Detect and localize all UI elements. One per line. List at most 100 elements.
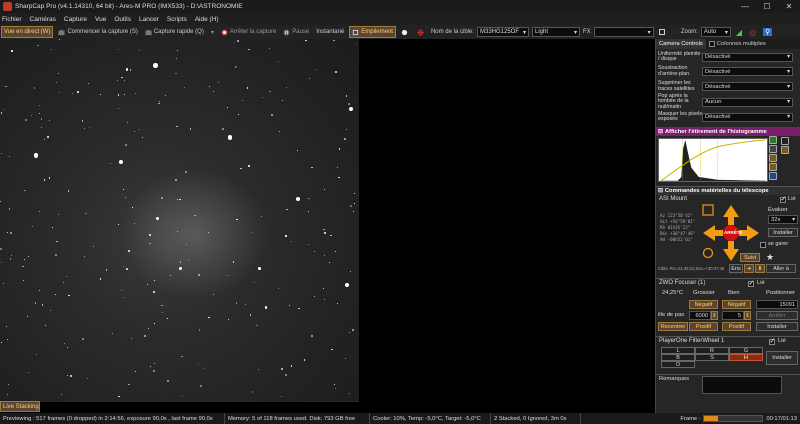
filter-b[interactable]: B xyxy=(661,354,695,361)
arrow-right-button[interactable]: ➜ xyxy=(744,264,754,273)
arrow-down-icon[interactable] xyxy=(723,241,739,261)
tab-camera-controls[interactable]: Camera Controls xyxy=(656,39,706,49)
filter-g[interactable]: G xyxy=(729,347,763,354)
fine-step-spinner[interactable]: ⇕ xyxy=(744,311,751,320)
stop-icon xyxy=(221,28,228,36)
filterwheel-linked-checkbox[interactable] xyxy=(769,337,775,345)
contrast-icon[interactable] xyxy=(769,145,777,153)
star-icon[interactable]: ★ xyxy=(766,252,774,263)
filter-o[interactable]: O xyxy=(661,361,695,368)
arrow-down-button[interactable]: ⬇ xyxy=(755,264,765,273)
remarks-textarea[interactable] xyxy=(702,376,782,394)
post-processing-select[interactable]: Aucun ▾ xyxy=(702,97,793,107)
camera-settings-icon[interactable] xyxy=(781,146,789,154)
settings-button[interactable]: ⚲ xyxy=(761,26,774,38)
home-icon[interactable] xyxy=(702,204,714,216)
recenter-button[interactable]: Recentrer xyxy=(658,322,688,331)
mount-linked-checkbox[interactable] xyxy=(780,195,786,203)
histogram-chart[interactable] xyxy=(658,138,768,182)
snapshot-button[interactable]: Instantané xyxy=(314,26,346,38)
fx-select[interactable]: ▾ xyxy=(593,27,654,37)
star xyxy=(153,370,155,372)
menu-capture[interactable]: Capture xyxy=(64,16,87,23)
star xyxy=(244,304,246,306)
flat-select[interactable]: Désactivé ▾ xyxy=(702,52,793,62)
power-icon[interactable] xyxy=(769,136,777,144)
goto-button[interactable]: Aller à xyxy=(766,264,796,273)
filter-s[interactable]: S xyxy=(695,354,729,361)
focuser-install-button[interactable]: Installer xyxy=(756,322,798,331)
minimize-button[interactable]: — xyxy=(734,2,756,11)
close-button[interactable]: ✕ xyxy=(778,2,800,11)
quick-capture-button[interactable]: Capture rapide (Q) xyxy=(143,26,206,38)
zoom-select[interactable]: Auto ▾ xyxy=(700,27,731,37)
chevron-down-icon: ▾ xyxy=(787,54,790,60)
annotate-button[interactable]: ◌ xyxy=(670,26,678,38)
negative-coarse-button[interactable]: Négatif xyxy=(689,300,718,309)
save-icon[interactable] xyxy=(769,172,777,180)
cooler-status: Cooler: 10%, Temp: -5,0°C, Target: -5,0°… xyxy=(370,413,491,424)
histogram-section-header[interactable]: ⊟ Afficher l'étirement de l'histogramme xyxy=(656,127,800,136)
fine-step-input[interactable]: 5 xyxy=(722,311,744,320)
coarse-step-input[interactable]: 6000 xyxy=(689,311,711,320)
live-view-button[interactable]: Vue en direct (W) xyxy=(1,26,54,38)
positive-fine-button[interactable]: Positif xyxy=(722,322,751,331)
frame-type-select[interactable]: Light ▾ xyxy=(532,27,580,37)
filter-l[interactable]: L xyxy=(661,347,695,354)
image-viewport[interactable] xyxy=(0,39,654,402)
filter-r[interactable]: R xyxy=(695,347,729,354)
contrast-half-icon[interactable] xyxy=(781,137,789,145)
maximize-button[interactable]: ☐ xyxy=(756,2,778,11)
tab-multiple-columns[interactable]: Colonnes multiples xyxy=(706,39,769,49)
target-name-input[interactable]: M33HG125OF ▾ xyxy=(477,27,529,37)
star xyxy=(125,144,127,146)
menu-file[interactable]: Fichier xyxy=(2,16,22,23)
telescope-section-header[interactable]: ⊟ Commandes matérielles du télescope xyxy=(656,186,800,195)
star xyxy=(58,39,60,41)
menu-cameras[interactable]: Caméras xyxy=(30,16,56,23)
focuser-stop-button[interactable]: Arrêter xyxy=(756,311,798,320)
positive-coarse-button[interactable]: Positif xyxy=(689,322,718,331)
arrow-left-icon[interactable] xyxy=(703,225,723,241)
capture-dropdown-button[interactable]: ▾ xyxy=(209,26,216,38)
rate-select[interactable]: 32x ▾ xyxy=(768,215,798,224)
start-capture-button[interactable]: Commencer la capture (S) xyxy=(56,26,139,38)
menu-scripts[interactable]: Scripts xyxy=(167,16,187,23)
star xyxy=(345,357,347,360)
mount-install-button[interactable]: Installer xyxy=(768,228,798,237)
hot-pixels-select[interactable]: Désactivé ▾ xyxy=(702,112,793,122)
pause-button[interactable]: Pause xyxy=(281,26,311,38)
menu-tools[interactable]: Outils xyxy=(114,16,131,23)
lightning-icon[interactable] xyxy=(769,154,777,162)
menu-view[interactable]: Vue xyxy=(95,16,106,23)
arrow-up-icon[interactable] xyxy=(723,205,739,225)
satellite-trails-select[interactable]: Désactivé ▾ xyxy=(702,82,793,91)
coarse-step-spinner[interactable]: ⇕ xyxy=(711,311,718,320)
target-icon[interactable] xyxy=(769,163,777,171)
filter-h[interactable]: H xyxy=(729,354,763,361)
sync-icon[interactable] xyxy=(702,247,714,259)
filterwheel-install-button[interactable]: Installer xyxy=(766,351,798,365)
multi-columns-checkbox[interactable] xyxy=(708,41,715,47)
record-button[interactable] xyxy=(399,26,412,38)
star xyxy=(208,316,210,319)
menu-run[interactable]: Lancer xyxy=(139,16,159,23)
focus-tool-button[interactable]: ◎ xyxy=(747,26,758,38)
follow-button[interactable]: Suivi xyxy=(740,253,760,262)
histogram-toggle-button[interactable]: ◢ xyxy=(734,26,744,38)
star xyxy=(44,324,46,326)
park-checkbox[interactable] xyxy=(760,242,766,248)
background-subtraction-select[interactable]: Désactivé ▾ xyxy=(702,67,793,76)
negative-fine-button[interactable]: Négatif xyxy=(722,300,751,309)
menu-help[interactable]: Aide (H) xyxy=(195,16,219,23)
target-icon-button[interactable] xyxy=(415,26,428,38)
stop-capture-button[interactable]: Arrêter la capture xyxy=(219,26,278,38)
star xyxy=(281,368,283,370)
focuser-linked-checkbox[interactable] xyxy=(748,279,754,287)
live-stacking-tab[interactable]: Live Stacking xyxy=(0,401,40,412)
ens-button[interactable]: Ens xyxy=(729,264,743,273)
position-input[interactable]: 15091 xyxy=(756,300,798,309)
reticle-button[interactable] xyxy=(657,26,667,38)
app-icon xyxy=(3,2,12,11)
stacking-button[interactable]: Empilement xyxy=(349,26,396,38)
